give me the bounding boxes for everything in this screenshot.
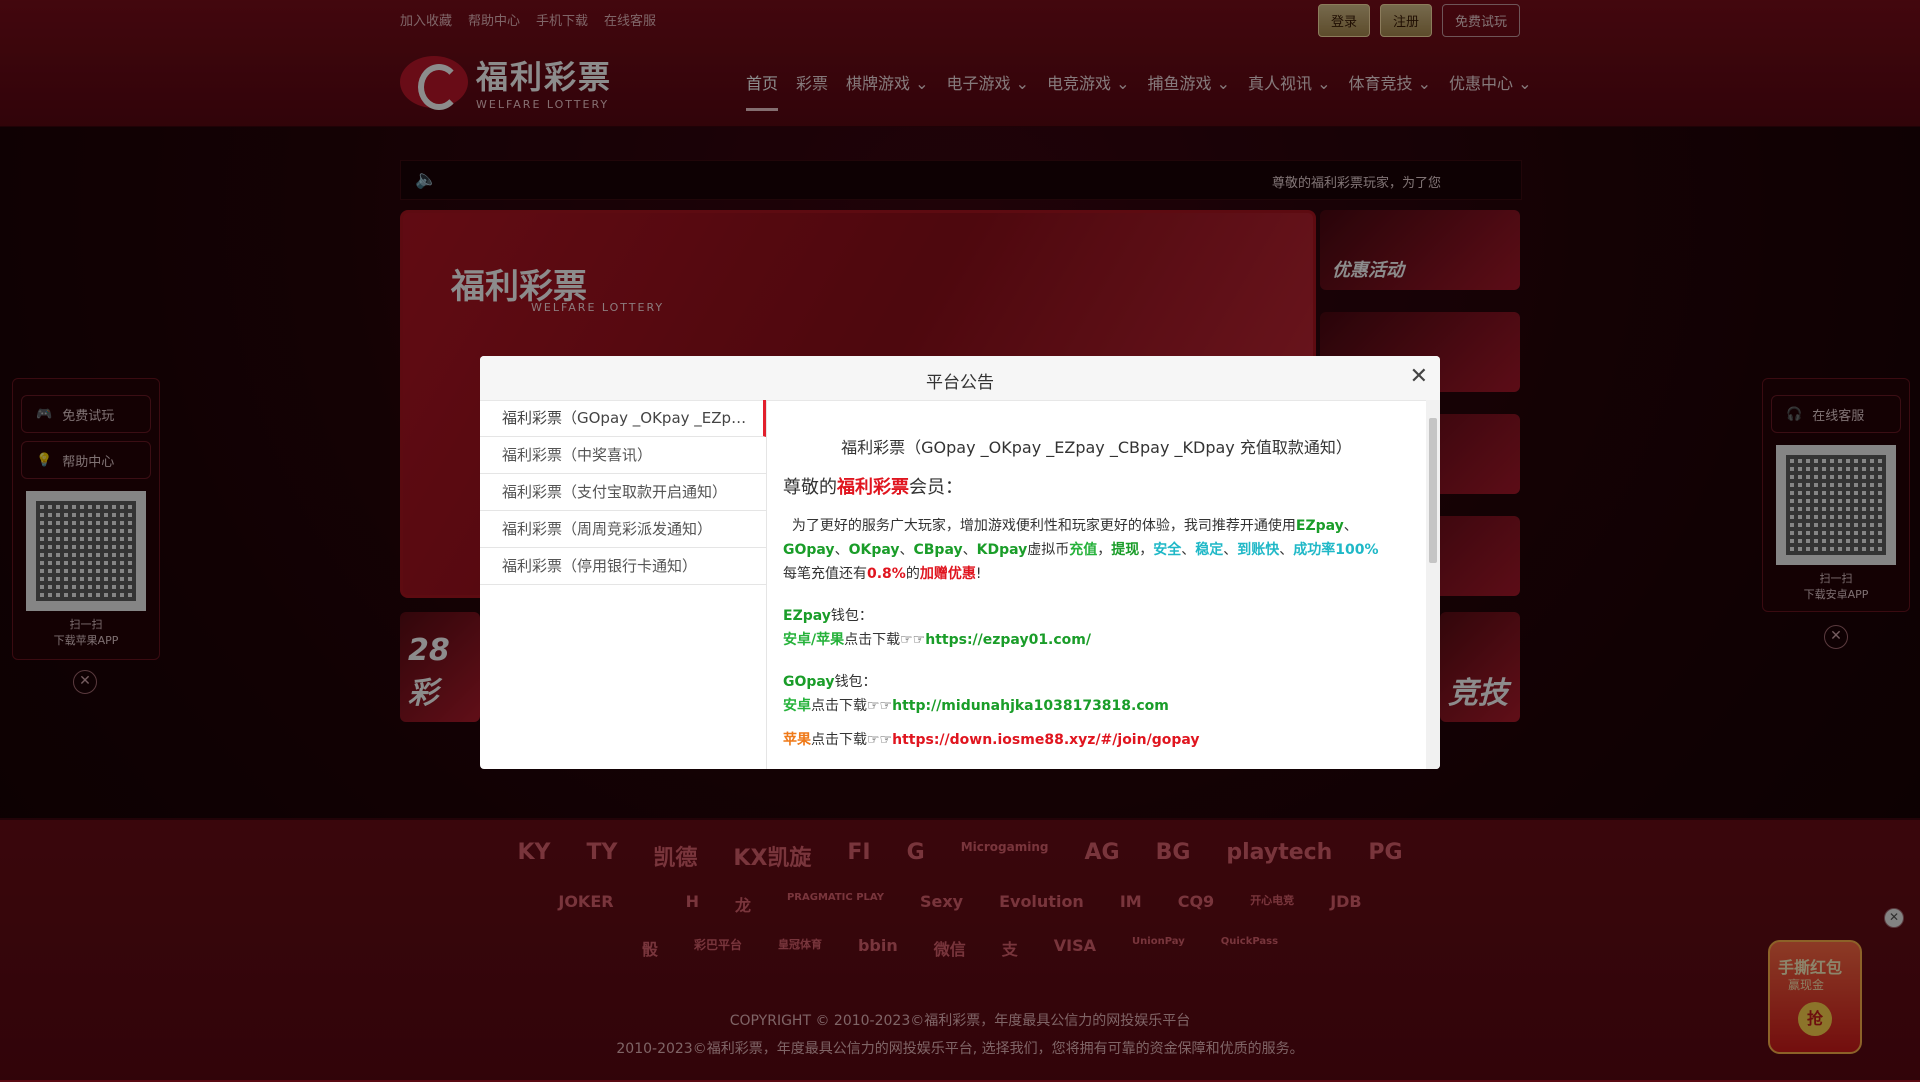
gopay-wallet-block: GOpay钱包： 安卓点击下载☞☞http://midunahjka103817… xyxy=(783,674,1200,748)
announcement-list: 福利彩票（GOpay _OKpay _EZpay _CBpay _KDpay 充… xyxy=(480,400,767,769)
announcement-body: 尊敬的福利彩票会员： 为了更好的服务广大玩家，增加游戏便利性和玩家更好的体验，我… xyxy=(767,458,1426,752)
announcement-modal: 平台公告 ✕ 福利彩票（GOpay _OKpay _EZpay _CBpay _… xyxy=(480,356,1440,769)
announcement-paragraph: 为了更好的服务广大玩家，增加游戏便利性和玩家更好的体验，我司推荐开通使用EZpa… xyxy=(783,518,1379,582)
close-icon[interactable]: ✕ xyxy=(1410,366,1428,388)
greeting: 尊敬的福利彩票会员： xyxy=(783,477,963,498)
announcement-tab-winning[interactable]: 福利彩票（中奖喜讯） xyxy=(480,437,766,474)
gopay-android-link[interactable]: http://midunahjka1038173818.com xyxy=(892,698,1169,714)
ezpay-wallet-block: EZpay钱包： 安卓/苹果点击下载☞☞https://ezpay01.com/ xyxy=(783,608,1091,648)
modal-title: 平台公告 xyxy=(926,373,994,393)
announcement-content: 福利彩票（GOpay _OKpay _EZpay _CBpay _KDpay 充… xyxy=(767,400,1426,769)
announcement-tab-weekly[interactable]: 福利彩票（周周竞彩派发通知） xyxy=(480,511,766,548)
announcement-tab-bankcard[interactable]: 福利彩票（停用银行卡通知） xyxy=(480,548,766,585)
content-scrollbar[interactable] xyxy=(1426,400,1440,769)
announcement-tab-alipay[interactable]: 福利彩票（支付宝取款开启通知） xyxy=(480,474,766,511)
scrollbar-thumb[interactable] xyxy=(1429,418,1437,563)
announcement-tab-payment[interactable]: 福利彩票（GOpay _OKpay _EZpay _CBpay _KDpay 充… xyxy=(480,400,766,437)
gopay-ios-link[interactable]: https://down.iosme88.xyz/#/join/gopay xyxy=(892,732,1199,748)
announcement-title: 福利彩票（GOpay _OKpay _EZpay _CBpay _KDpay 充… xyxy=(841,438,1352,457)
ezpay-download-link[interactable]: https://ezpay01.com/ xyxy=(925,632,1091,648)
modal-header: 平台公告 ✕ xyxy=(480,356,1440,401)
